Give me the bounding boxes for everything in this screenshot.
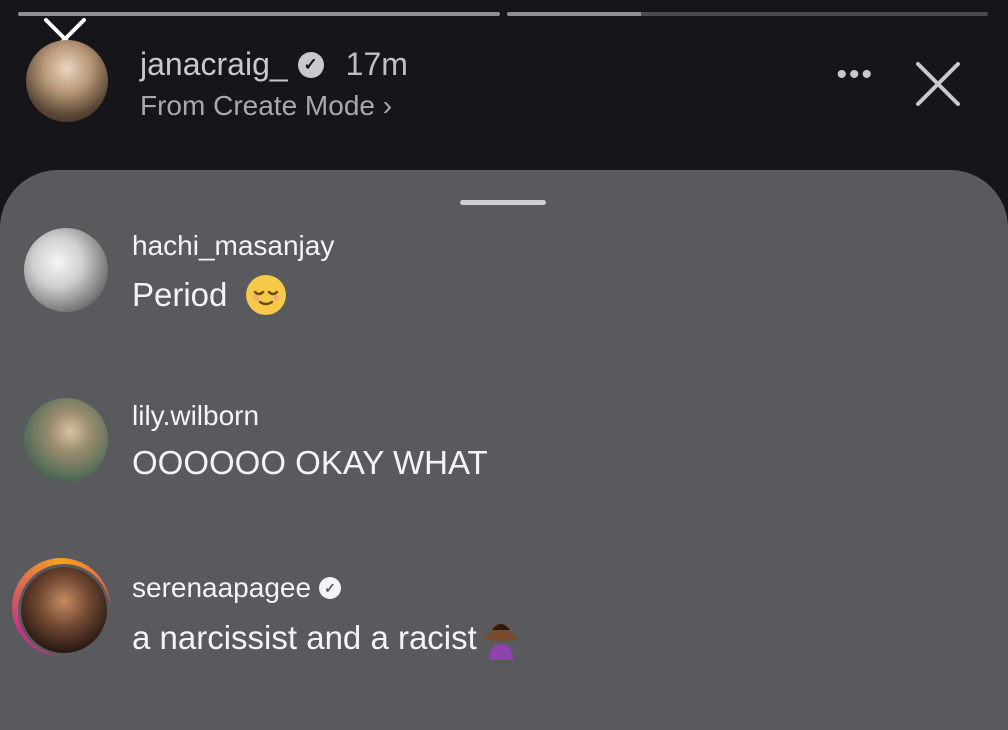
avatar[interactable] — [24, 398, 108, 482]
verified-badge-icon: ✓ — [319, 577, 342, 599]
avatar[interactable] — [18, 564, 110, 656]
story-username[interactable]: janacraig_ — [140, 46, 288, 83]
close-story-icon[interactable] — [910, 56, 966, 112]
comment-username[interactable]: lily.wilborn — [132, 400, 259, 432]
story-ring-avatar[interactable] — [12, 558, 110, 656]
progress-segment — [506, 12, 988, 16]
more-options-icon[interactable]: ••• — [836, 58, 874, 92]
relieved-face-icon — [246, 275, 287, 315]
comment-username[interactable]: serenaapagee ✓ — [132, 572, 342, 604]
comment-text: Period — [132, 274, 287, 316]
person-shrugging-icon — [482, 623, 519, 660]
comment-item: serenaapagee ✓ a narcissist and a racist — [12, 558, 984, 670]
comment-text: OOOOOO OKAY WHAT — [132, 444, 488, 481]
story-subtitle-link[interactable]: From Create Mode › — [140, 90, 392, 122]
progress-segment — [18, 12, 500, 16]
comments-sheet: hachi_masanjay Period lily.wilborn OOOOO… — [0, 170, 1008, 730]
avatar[interactable] — [26, 40, 108, 122]
comment-text: a narcissist and a racist — [132, 616, 523, 660]
comment-username[interactable]: hachi_masanjay — [132, 230, 334, 262]
story-header: janacraig_ ✓ 17m From Create Mode › ••• — [26, 40, 988, 130]
sheet-drag-handle[interactable] — [460, 200, 546, 205]
story-progress-bar — [18, 12, 988, 16]
avatar[interactable] — [24, 228, 108, 312]
story-username-row[interactable]: janacraig_ ✓ 17m — [140, 46, 408, 83]
comment-item: lily.wilborn OOOOOO OKAY WHAT — [24, 398, 984, 498]
verified-badge-icon: ✓ — [297, 51, 324, 78]
story-time: 17m — [345, 46, 408, 82]
comment-item: hachi_masanjay Period — [24, 228, 984, 328]
